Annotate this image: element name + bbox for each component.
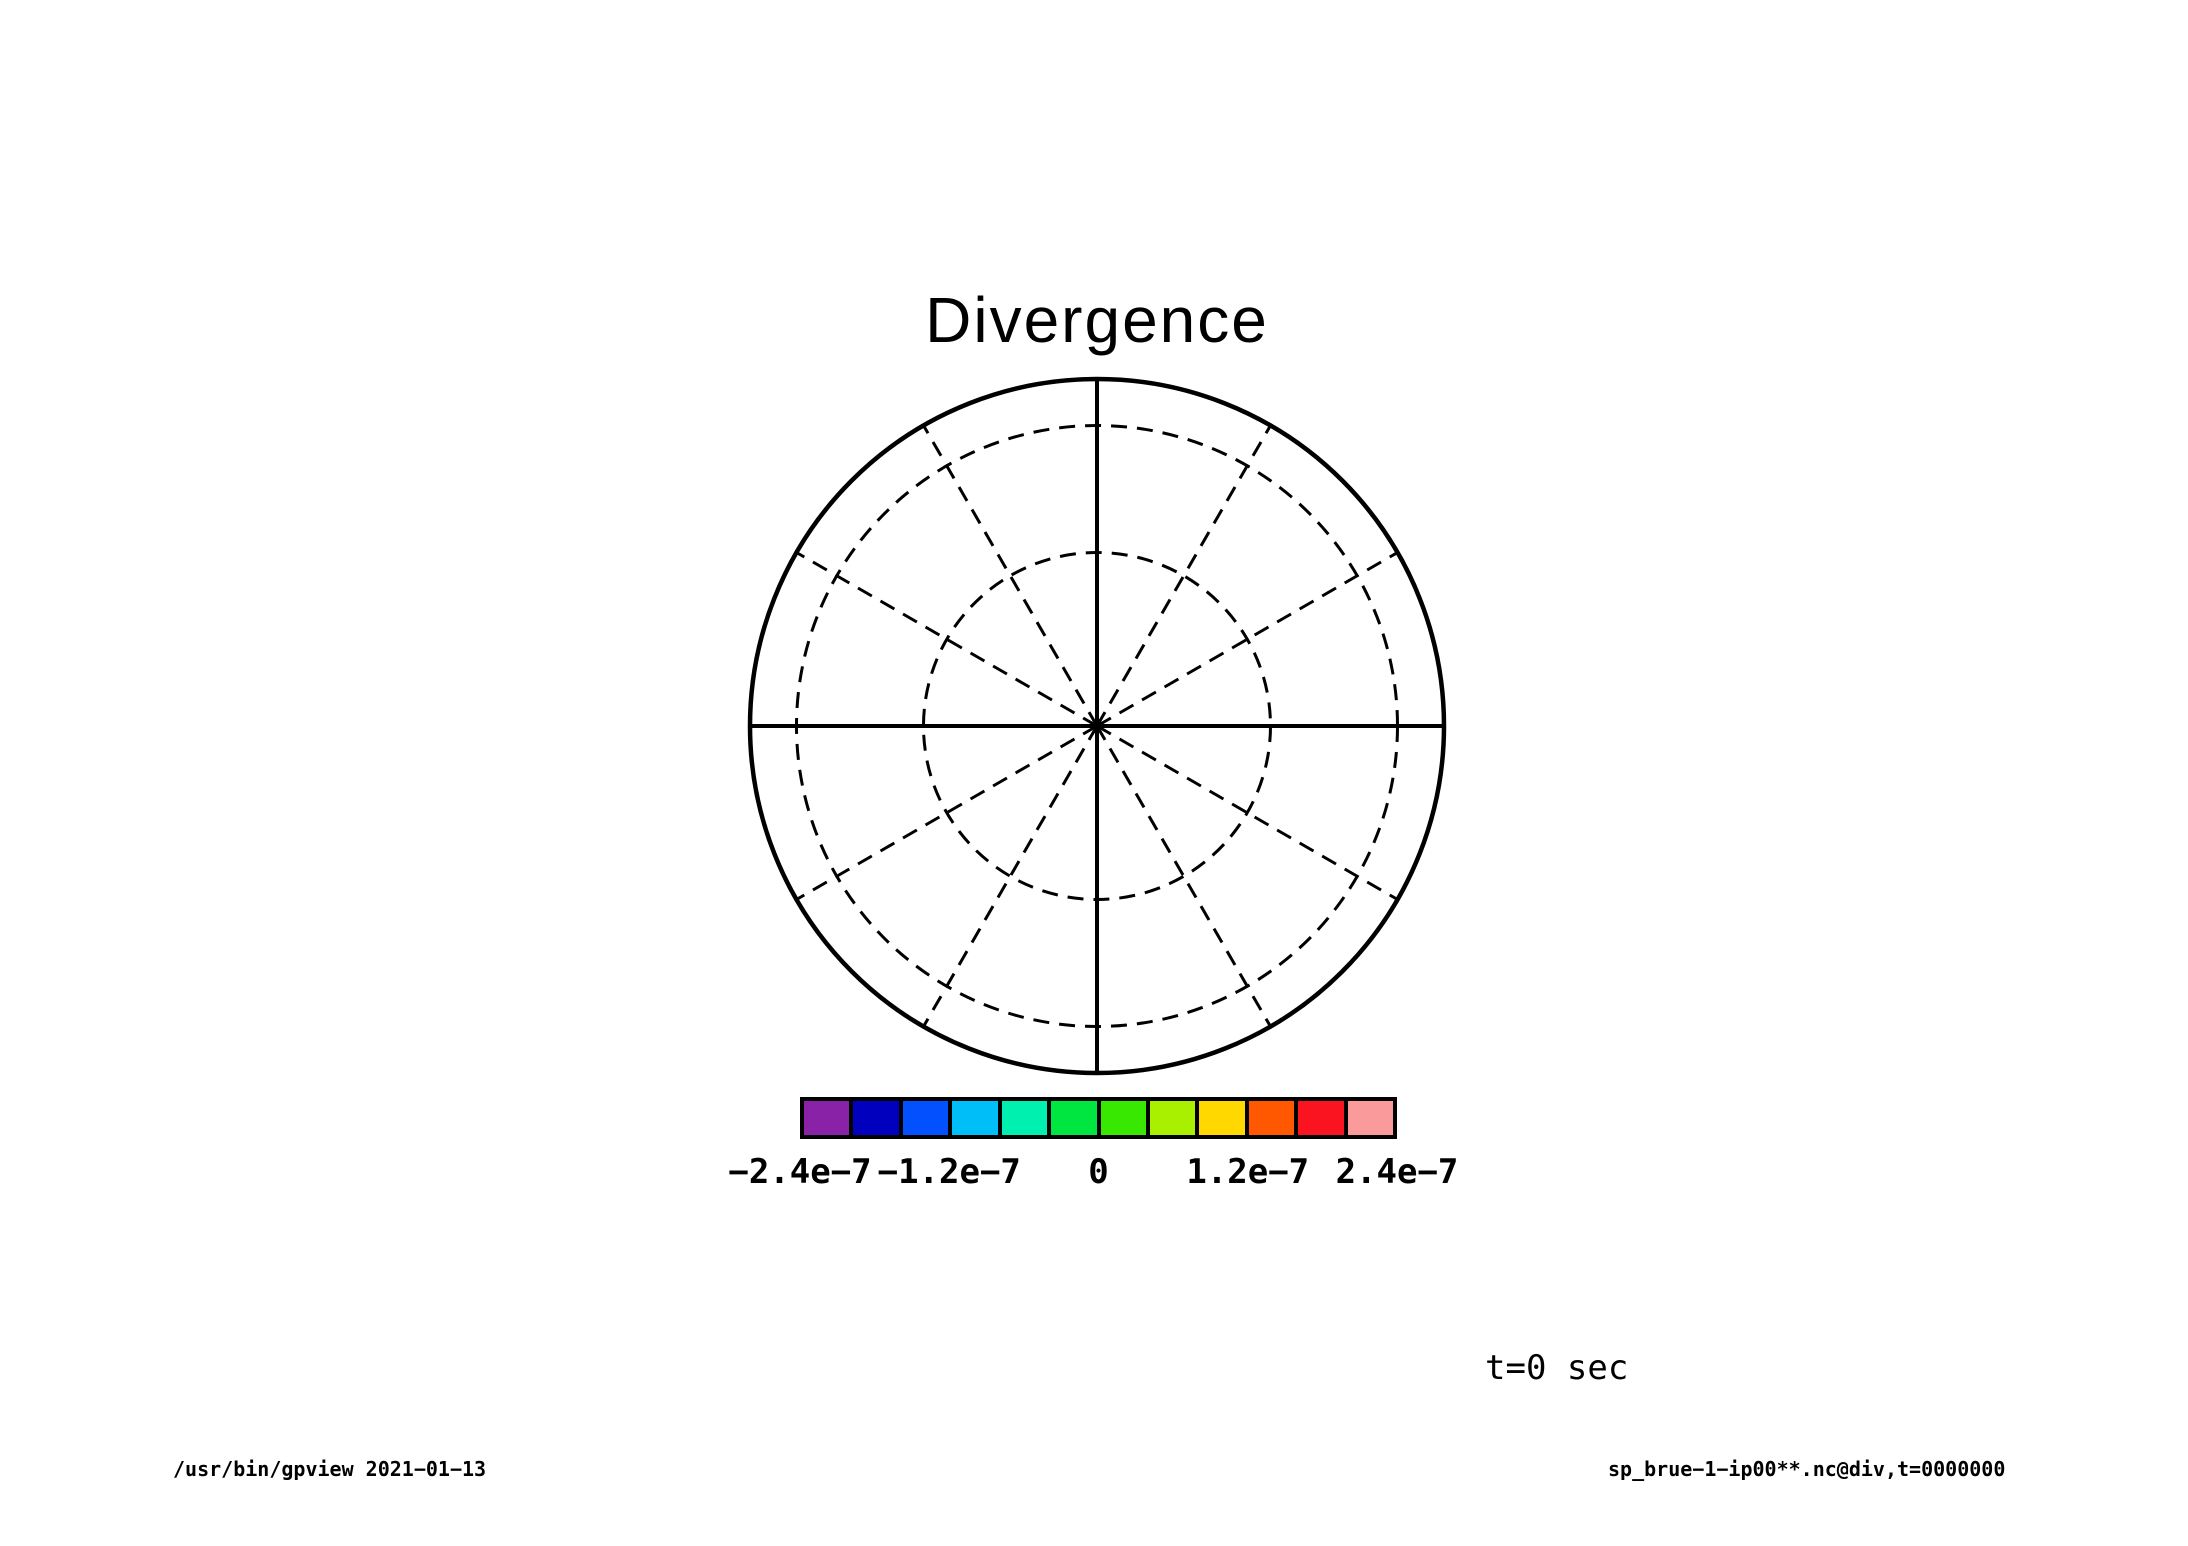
colorbar-cell-10 (1296, 1099, 1345, 1137)
colorbar-cell-3 (950, 1099, 999, 1137)
colorbar-cell-9 (1247, 1099, 1296, 1137)
figure-canvas: Divergence −2.4e−7−1.2e−701.2e−72.4e−7 t… (0, 0, 2188, 1546)
colorbar-cell-5 (1049, 1099, 1098, 1137)
colorbar-tick-label-1: −1.2e−7 (878, 1155, 1021, 1189)
colorbar-cell-8 (1197, 1099, 1246, 1137)
colorbar-cell-7 (1148, 1099, 1197, 1137)
colorbar-cell-2 (901, 1099, 950, 1137)
polar-grid-plot (0, 0, 2188, 1546)
footer-datasource-label: sp_brue−1−ip00**.nc@div,t=0000000 (1608, 1459, 2005, 1479)
colorbar-tick-label-2: 0 (1088, 1155, 1108, 1189)
meridian-dashed-300 (1097, 726, 1271, 1027)
colorbar-cell-0 (802, 1099, 851, 1137)
meridian-dashed-120 (924, 425, 1098, 726)
colorbar-cell-1 (851, 1099, 900, 1137)
colorbar-tick-labels: −2.4e−7−1.2e−701.2e−72.4e−7 (800, 1155, 1397, 1197)
colorbar-cell-6 (1099, 1099, 1148, 1137)
colorbar-tick-label-4: 2.4e−7 (1336, 1155, 1459, 1189)
meridian-dashed-240 (924, 726, 1098, 1027)
colorbar (800, 1097, 1397, 1139)
time-label: t=0 sec (1485, 1351, 1628, 1385)
colorbar-tick-label-0: −2.4e−7 (728, 1155, 871, 1189)
meridian-dashed-60 (1097, 425, 1271, 726)
footer-command-and-date: /usr/bin/gpview 2021−01−13 (173, 1459, 486, 1479)
colorbar-cell-4 (1000, 1099, 1049, 1137)
colorbar-tick-label-3: 1.2e−7 (1186, 1155, 1309, 1189)
colorbar-cell-11 (1346, 1099, 1395, 1137)
